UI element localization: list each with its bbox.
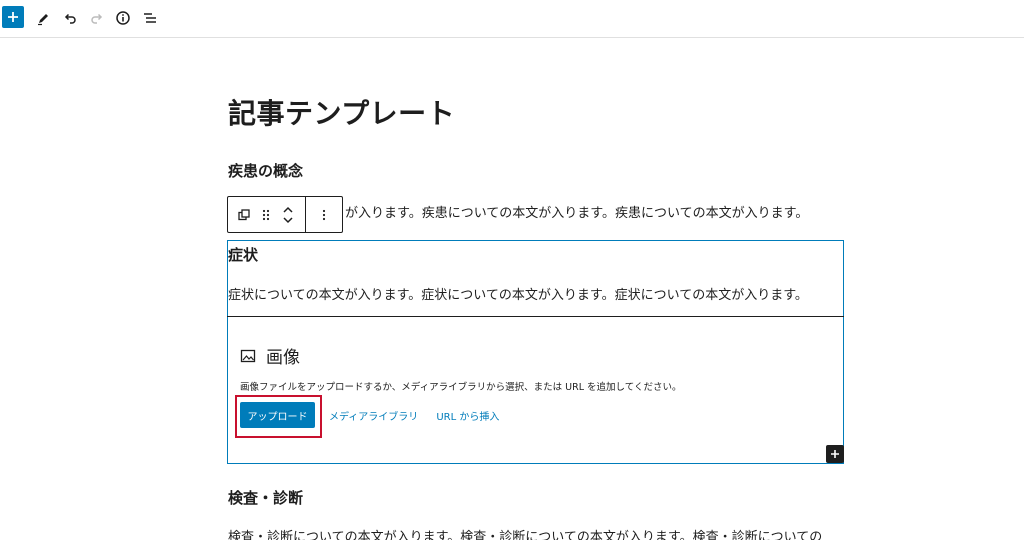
more-vertical-icon: [322, 209, 326, 220]
paragraph-examination-diagnosis[interactable]: 検査・診断についての本文が入ります。検査・診断についての本文が入ります。検査・診…: [228, 526, 822, 540]
list-view-icon: [144, 13, 156, 23]
block-inserter-button[interactable]: [826, 445, 844, 463]
image-icon: [240, 349, 256, 362]
heading-examination-diagnosis[interactable]: 検査・診断: [228, 487, 303, 508]
plus-icon: [831, 450, 839, 458]
image-block-placeholder[interactable]: 画像 画像ファイルをアップロードするか、メディアライブラリから選択、または UR…: [228, 317, 843, 463]
copy-icon: [238, 208, 250, 220]
block-transform-button[interactable]: [238, 208, 250, 221]
tools-button[interactable]: [32, 7, 54, 29]
media-library-button[interactable]: メディアライブラリ: [329, 408, 418, 423]
redo-icon: [91, 13, 103, 24]
block-options-button[interactable]: [322, 209, 326, 221]
redo-button[interactable]: [86, 7, 108, 29]
move-up-down-button[interactable]: [282, 205, 294, 225]
image-block-label: 画像: [266, 348, 300, 368]
post-title[interactable]: 記事テンプレート: [228, 92, 455, 132]
paragraph-symptoms[interactable]: 症状についての本文が入ります。症状についての本文が入ります。症状についての本文が…: [228, 284, 808, 303]
details-button[interactable]: [112, 7, 134, 29]
chevron-up-down-icon: [283, 206, 293, 223]
insert-from-url-button[interactable]: URL から挿入: [436, 408, 499, 423]
drag-handle-icon: [262, 209, 270, 220]
list-view-button[interactable]: [139, 7, 161, 29]
image-block-instructions: 画像ファイルをアップロードするか、メディアライブラリから選択、または URL を…: [240, 382, 682, 393]
paragraph-disease-concept[interactable]: が入ります。疾患についての本文が入ります。疾患についての本文が入ります。: [345, 202, 808, 221]
add-block-button[interactable]: [2, 6, 24, 28]
undo-icon: [64, 13, 76, 24]
block-toolbar: [227, 196, 343, 233]
heading-symptoms[interactable]: 症状: [228, 244, 258, 265]
info-icon: [116, 11, 130, 25]
editor-top-toolbar: [0, 0, 1024, 38]
plus-icon: [8, 12, 18, 22]
undo-button[interactable]: [59, 7, 81, 29]
drag-handle-button[interactable]: [262, 209, 270, 221]
upload-button[interactable]: アップロード: [240, 402, 315, 428]
pencil-icon: [38, 14, 48, 26]
heading-disease-concept[interactable]: 疾患の概念: [228, 160, 303, 181]
